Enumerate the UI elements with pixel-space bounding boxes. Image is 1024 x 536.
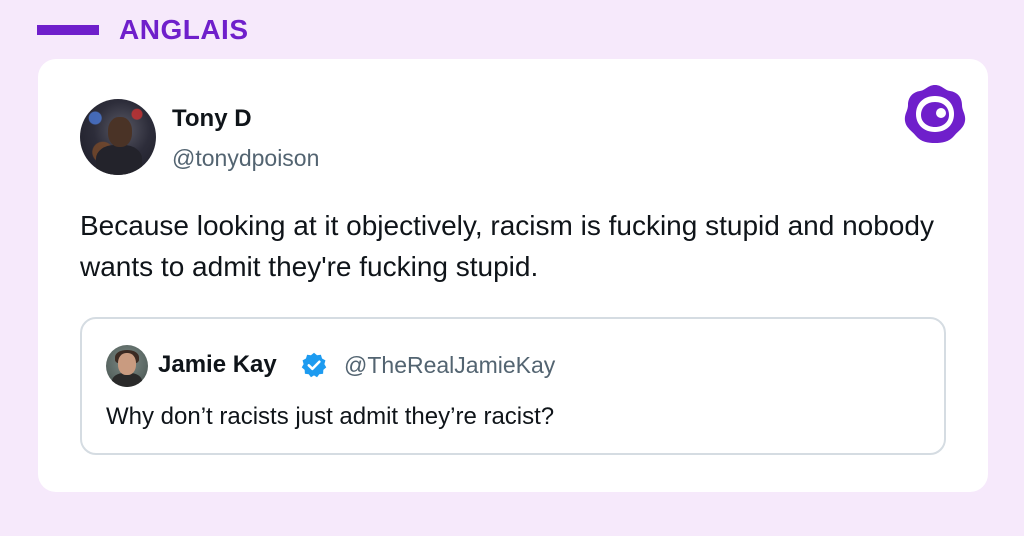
section-label: ANGLAIS (119, 14, 249, 45)
accent-bar (37, 25, 99, 35)
author-handle[interactable]: @tonydpoison (172, 145, 319, 172)
purple-blob-logo-icon (904, 85, 966, 143)
author-name[interactable]: Tony D (172, 105, 252, 133)
avatar[interactable] (80, 99, 156, 175)
quoted-text: Why don’t racists just admit they’re rac… (106, 403, 555, 430)
quoted-post[interactable]: Jamie Kay @TheRealJamieKay Why don’t rac… (80, 317, 946, 455)
quoted-author-handle[interactable]: @TheRealJamieKay (344, 352, 555, 379)
section-header: ANGLAIS (37, 14, 249, 46)
quoted-avatar[interactable] (106, 345, 148, 387)
quoted-author-name[interactable]: Jamie Kay (158, 351, 277, 379)
verified-badge-icon (301, 352, 327, 378)
post-text: Because looking at it objectively, racis… (80, 210, 934, 282)
post-card: Tony D @tonydpoison Because looking at i… (38, 59, 988, 492)
